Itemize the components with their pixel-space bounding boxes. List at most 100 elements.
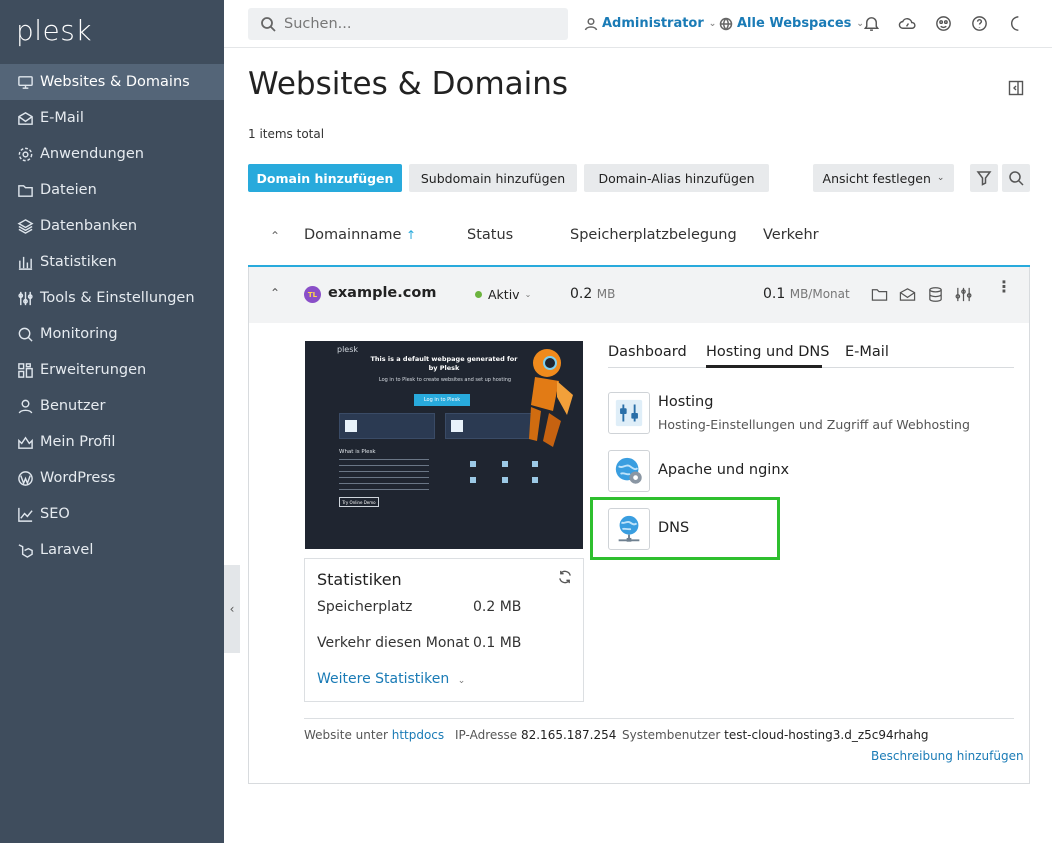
sidebar-item-statistiken[interactable]: Statistiken	[0, 244, 224, 280]
more-actions-icon[interactable]: ⋮	[996, 279, 1012, 295]
apache-nginx-link[interactable]: Apache und nginx	[658, 462, 789, 478]
sidebar-item-erweiterungen[interactable]: Erweiterungen	[0, 352, 224, 388]
magnifier-icon	[16, 325, 34, 343]
user-menu[interactable]: Administrator ⌄	[584, 16, 716, 31]
sidebar-item-label: Monitoring	[40, 326, 118, 342]
cloud-icon[interactable]	[898, 14, 918, 34]
website-preview[interactable]: plesk This is a default webpage generate…	[305, 341, 583, 549]
sidebar-item-monitoring[interactable]: Monitoring	[0, 316, 224, 352]
more-stats-link[interactable]: Weitere Statistiken ⌄	[317, 671, 465, 687]
column-traffic[interactable]: Verkehr	[763, 227, 819, 243]
domain-name-link[interactable]: example.com	[328, 285, 436, 301]
webspaces-menu-label: Alle Webspaces	[737, 16, 852, 31]
ip-label: IP-Adresse	[455, 728, 518, 742]
add-domain-button[interactable]: Domain hinzufügen	[248, 164, 402, 192]
user-icon	[16, 397, 34, 415]
webspaces-menu[interactable]: Alle Webspaces ⌄	[719, 16, 864, 31]
grid-icon	[16, 361, 34, 379]
dark-mode-icon[interactable]	[1006, 14, 1026, 34]
httpdocs-link[interactable]: httpdocs	[392, 728, 444, 742]
hosting-link[interactable]: Hosting	[658, 394, 713, 410]
chevron-down-icon: ⌄	[708, 18, 717, 29]
status-dropdown[interactable]: Aktiv ⌄	[475, 287, 531, 302]
footer-divider	[304, 718, 1014, 719]
storage-unit: MB	[596, 287, 616, 301]
filter-button[interactable]	[970, 164, 998, 192]
preview-feature-icon	[502, 477, 508, 483]
view-options-button[interactable]: Ansicht festlegen ⌄	[813, 164, 954, 192]
preview-headline: This is a default webpage generated for …	[370, 355, 518, 372]
apache-globe-gear-icon[interactable]	[608, 450, 650, 492]
refresh-icon[interactable]	[557, 569, 574, 586]
sidebar-item-benutzer[interactable]: Benutzer	[0, 388, 224, 424]
items-total: 1 items total	[248, 127, 325, 141]
table-search-button[interactable]	[1002, 164, 1030, 192]
settings-sliders-icon[interactable]	[955, 286, 973, 304]
search-input[interactable]: Suchen...	[248, 8, 568, 40]
sidebar-collapse-handle[interactable]: ‹	[224, 565, 240, 653]
search-icon	[1009, 171, 1024, 186]
preview-feature-icon	[470, 477, 476, 483]
tab-email[interactable]: E-Mail	[845, 344, 889, 360]
preview-login-button: Log in to Plesk	[414, 394, 470, 406]
mail-envelope-icon[interactable]	[899, 286, 917, 304]
add-alias-button[interactable]: Domain-Alias hinzufügen	[584, 164, 769, 192]
sidebar-item-label: Dateien	[40, 182, 97, 198]
sidebar-item-datenbanken[interactable]: Datenbanken	[0, 208, 224, 244]
add-description-link[interactable]: Beschreibung hinzufügen	[871, 749, 1024, 763]
sidebar-item-label: SEO	[40, 506, 70, 522]
search-placeholder: Suchen...	[284, 16, 352, 32]
preview-feature-icon	[532, 461, 538, 467]
traffic-unit: MB/Monat	[789, 287, 850, 301]
sidebar-item-dateien[interactable]: Dateien	[0, 172, 224, 208]
filter-icon	[976, 171, 992, 186]
sidebar-nav: Websites & Domains E-Mail Anwendungen Da…	[0, 64, 224, 568]
collapse-row-icon[interactable]: ⌃	[270, 286, 280, 300]
tab-hosting-dns[interactable]: Hosting und DNS	[706, 344, 829, 360]
sidebar-item-mein-profil[interactable]: Mein Profil	[0, 424, 224, 460]
sidebar-item-wordpress[interactable]: WordPress	[0, 460, 224, 496]
notifications-icon[interactable]	[862, 14, 882, 34]
sidebar-item-laravel[interactable]: Laravel	[0, 532, 224, 568]
files-folder-icon[interactable]	[871, 286, 889, 304]
preview-card-icon	[345, 420, 357, 432]
user-icon	[584, 17, 598, 30]
website-location: Website unter httpdocs	[304, 728, 444, 742]
add-subdomain-button[interactable]: Subdomain hinzufügen	[409, 164, 577, 192]
sidebar-item-email[interactable]: E-Mail	[0, 100, 224, 136]
wordpress-icon	[16, 469, 34, 487]
plesk-logo[interactable]: plesk	[16, 14, 92, 47]
column-status[interactable]: Status	[467, 227, 513, 243]
database-icon[interactable]	[927, 286, 945, 304]
sidebar-item-label: Mein Profil	[40, 434, 116, 450]
tab-dashboard[interactable]: Dashboard	[608, 344, 687, 360]
sidebar-item-seo[interactable]: SEO	[0, 496, 224, 532]
extensions-icon[interactable]	[934, 14, 954, 34]
preview-feature-icon	[470, 461, 476, 467]
traffic-usage: 0.1 MB/Monat	[763, 286, 850, 302]
gear-icon	[16, 145, 34, 163]
sidebar-item-anwendungen[interactable]: Anwendungen	[0, 136, 224, 172]
collapse-all-icon[interactable]: ⌃	[270, 229, 280, 243]
ip-value: 82.165.187.254	[520, 728, 617, 742]
help-icon[interactable]	[970, 14, 990, 34]
sidebar-item-websites-domains[interactable]: Websites & Domains	[0, 64, 224, 100]
sidebar-item-label: E-Mail	[40, 110, 84, 126]
hosting-sliders-icon[interactable]	[608, 392, 650, 434]
globe-icon	[719, 17, 733, 30]
status-label: Aktiv	[488, 287, 520, 302]
sidebar-item-tools-einstellungen[interactable]: Tools & Einstellungen	[0, 280, 224, 316]
mail-icon	[16, 109, 34, 127]
stats-title: Statistiken	[317, 570, 402, 589]
bar-chart-icon	[16, 253, 34, 271]
stats-storage-label: Speicherplatz	[317, 599, 413, 615]
folder-icon	[16, 181, 34, 199]
column-domain[interactable]: Domainname ↑	[304, 227, 416, 243]
sysuser-label: Systembenutzer	[622, 728, 721, 742]
column-storage[interactable]: Speicherplatzbelegung	[570, 227, 737, 243]
sidebar-item-label: Websites & Domains	[40, 74, 190, 90]
website-label: Website unter	[304, 728, 388, 742]
stats-panel: Statistiken Speicherplatz 0.2 MB Verkehr…	[304, 558, 584, 702]
panel-toggle-icon[interactable]	[1008, 80, 1024, 96]
sidebar-item-label: Statistiken	[40, 254, 117, 270]
